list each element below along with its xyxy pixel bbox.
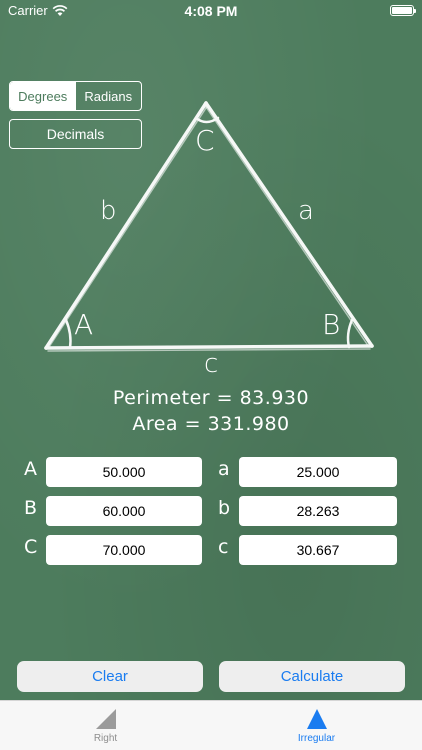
- angle-a-label: A: [24, 458, 37, 480]
- tab-irregular-label: Irregular: [297, 733, 336, 744]
- tab-irregular[interactable]: Irregular: [211, 701, 422, 750]
- triangle-side-a-line: [204, 101, 374, 348]
- angle-arc-a: [64, 318, 72, 350]
- area-result: Area = 331.980: [132, 413, 290, 435]
- tab-right[interactable]: Right: [0, 701, 211, 750]
- side-b-label: b: [218, 497, 231, 519]
- triangle-side-b-line: [44, 101, 208, 350]
- angle-b-label: B: [24, 497, 38, 519]
- side-a-label: a: [218, 458, 230, 480]
- irregular-triangle-icon: [306, 709, 327, 729]
- tab-bar: Right Irregular: [0, 700, 422, 750]
- side-b-input[interactable]: 28.263: [239, 496, 397, 526]
- angle-a-input[interactable]: 50.000: [46, 457, 202, 487]
- triangle-diagram: [44, 101, 374, 352]
- side-c-input[interactable]: 30.667: [239, 535, 397, 565]
- side-c-label: c: [218, 536, 229, 558]
- angle-arc-b: [346, 318, 354, 349]
- side-a-input[interactable]: 25.000: [239, 457, 397, 487]
- clear-button[interactable]: Clear: [17, 661, 203, 692]
- right-triangle-icon: [95, 709, 116, 729]
- side-label-b: b: [100, 196, 117, 226]
- vertex-label-a: A: [74, 308, 94, 341]
- angle-b-input[interactable]: 60.000: [46, 496, 202, 526]
- calculate-button[interactable]: Calculate: [219, 661, 405, 692]
- triangle-side-c-line: [44, 344, 374, 350]
- vertex-label-c: C: [195, 124, 215, 157]
- perimeter-result: Perimeter = 83.930: [112, 387, 310, 409]
- vertex-label-b: B: [322, 308, 341, 341]
- side-label-c: c: [204, 349, 219, 379]
- side-label-a: a: [298, 196, 314, 226]
- tab-right-label: Right: [93, 733, 118, 744]
- angle-c-label: C: [24, 536, 38, 558]
- angle-c-input[interactable]: 70.000: [46, 535, 202, 565]
